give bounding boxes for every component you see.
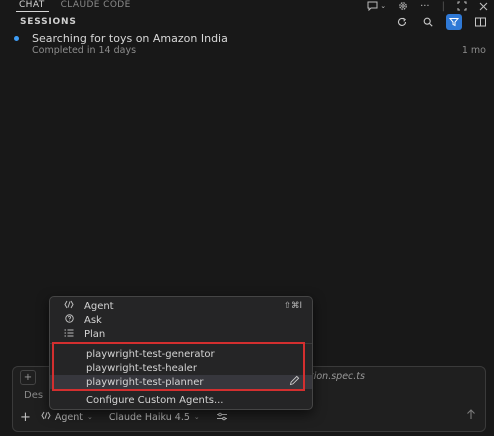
agent-mode-menu: Agent ⇧⌘I Ask Plan playwright-test-gener… bbox=[49, 296, 313, 410]
plan-icon bbox=[62, 329, 76, 340]
refresh-icon[interactable] bbox=[394, 14, 410, 30]
menu-item-label: Ask bbox=[84, 314, 102, 326]
more-icon[interactable]: ··· bbox=[420, 1, 430, 12]
mode-picker-label: Agent bbox=[54, 411, 84, 423]
sessions-title: SESSIONS bbox=[20, 17, 77, 27]
session-age: 1 mo bbox=[461, 45, 486, 56]
sessions-header: SESSIONS bbox=[0, 12, 494, 32]
tab-chat[interactable]: CHAT bbox=[0, 0, 53, 12]
menu-item-label: Configure Custom Agents... bbox=[86, 394, 224, 406]
menu-item-label: Plan bbox=[84, 328, 106, 340]
close-icon[interactable] bbox=[479, 2, 488, 11]
search-icon[interactable] bbox=[420, 14, 436, 30]
session-subtitle: Completed in 14 days bbox=[32, 45, 137, 56]
input-toolbar: + Agent ⌄ Claude Haiku 4.5 ⌄ bbox=[20, 409, 228, 425]
menu-divider bbox=[50, 343, 312, 344]
keyboard-shortcut: ⇧⌘I bbox=[283, 301, 302, 311]
filter-icon[interactable] bbox=[446, 14, 462, 30]
ask-icon bbox=[62, 314, 76, 326]
chevron-down-icon: ⌄ bbox=[193, 413, 200, 421]
chevron-down-icon[interactable]: ⌄ bbox=[380, 2, 386, 10]
menu-item-agent[interactable]: Agent ⇧⌘I bbox=[50, 299, 312, 313]
session-item[interactable]: Searching for toys on Amazon India Compl… bbox=[0, 32, 494, 58]
menu-item-configure-custom-agents[interactable]: Configure Custom Agents... bbox=[50, 393, 312, 407]
split-panel-icon[interactable] bbox=[472, 14, 488, 30]
add-button[interactable]: + bbox=[20, 410, 31, 425]
mode-picker[interactable]: Agent ⌄ bbox=[41, 411, 93, 423]
panel-actions: ⌄ ··· | bbox=[367, 0, 488, 12]
menu-item-playwright-test-healer[interactable]: playwright-test-healer bbox=[50, 361, 312, 375]
divider: | bbox=[441, 0, 445, 12]
session-title: Searching for toys on Amazon India bbox=[32, 32, 228, 45]
chat-panel: CHAT CLAUDE CODE ⌄ ··· | SESSIONS Search… bbox=[0, 0, 494, 436]
send-icon[interactable] bbox=[466, 409, 476, 423]
menu-item-label: playwright-test-planner bbox=[86, 376, 204, 388]
session-status-dot bbox=[14, 36, 19, 41]
chevron-down-icon: ⌄ bbox=[87, 413, 93, 421]
menu-item-playwright-test-generator[interactable]: playwright-test-generator bbox=[50, 347, 312, 361]
agent-icon bbox=[62, 300, 76, 312]
gear-icon[interactable] bbox=[398, 1, 408, 11]
menu-item-playwright-test-planner[interactable]: playwright-test-planner bbox=[50, 375, 312, 389]
sessions-actions bbox=[394, 14, 488, 30]
panel-tab-bar: CHAT CLAUDE CODE ⌄ ··· | bbox=[0, 0, 494, 12]
model-picker[interactable]: Claude Haiku 4.5 ⌄ bbox=[109, 412, 200, 423]
chat-input-text[interactable]: Des bbox=[24, 390, 43, 401]
menu-item-label: playwright-test-generator bbox=[86, 348, 215, 360]
menu-item-plan[interactable]: Plan bbox=[50, 327, 312, 341]
agent-icon bbox=[41, 411, 51, 423]
menu-item-label: Agent bbox=[84, 300, 114, 312]
new-chat-icon[interactable]: ⌄ bbox=[367, 1, 386, 11]
tab-claude-code[interactable]: CLAUDE CODE bbox=[53, 0, 139, 12]
menu-item-label: playwright-test-healer bbox=[86, 362, 197, 374]
model-picker-label: Claude Haiku 4.5 bbox=[108, 411, 190, 423]
tools-icon[interactable] bbox=[216, 411, 228, 424]
pencil-icon[interactable] bbox=[289, 375, 300, 389]
context-file-chip[interactable]: tion.spec.ts bbox=[310, 371, 365, 382]
menu-item-ask[interactable]: Ask bbox=[50, 313, 312, 327]
add-context-button[interactable]: + bbox=[20, 370, 36, 385]
maximize-icon[interactable] bbox=[457, 1, 467, 11]
